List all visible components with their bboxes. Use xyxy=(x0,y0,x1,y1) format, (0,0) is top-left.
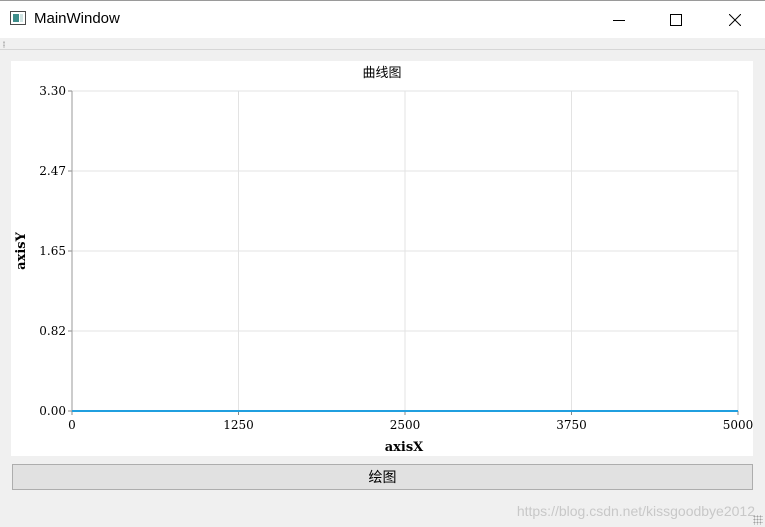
x-tick-label: 3750 xyxy=(556,418,587,432)
app-window-icon xyxy=(10,11,26,25)
x-tick-label: 0 xyxy=(68,418,76,432)
y-tick-label: 2.47 xyxy=(39,164,66,178)
title-bar: MainWindow xyxy=(0,0,765,38)
y-tick-label: 0.82 xyxy=(39,324,66,338)
maximize-icon xyxy=(670,13,682,26)
watermark-text: https://blog.csdn.net/kissgoodbye2012 xyxy=(516,503,755,519)
close-button[interactable] xyxy=(712,1,758,38)
chart-view: 0 1250 2500 3750 5000 0.00 0.82 1.65 2.47 3.30 曲线… xyxy=(11,61,753,456)
x-tick-label: 5000 xyxy=(723,418,753,432)
window-title: MainWindow xyxy=(34,10,120,27)
minimize-icon xyxy=(613,19,625,21)
toolbar-grip[interactable] xyxy=(3,41,5,48)
toolbar-area xyxy=(0,38,765,50)
x-axis-label: axisX xyxy=(385,440,424,455)
close-icon xyxy=(729,13,741,26)
maximize-button[interactable] xyxy=(653,1,699,38)
draw-button[interactable]: 绘图 xyxy=(12,464,753,490)
y-tick-label: 0.00 xyxy=(39,404,66,418)
resize-grip[interactable] xyxy=(753,515,763,525)
chart-title: 曲线图 xyxy=(362,66,401,81)
y-tick-label: 3.30 xyxy=(39,84,66,98)
line-chart: 0 1250 2500 3750 5000 0.00 0.82 1.65 2.47 3.30 曲线… xyxy=(14,66,753,455)
y-tick-label: 1.65 xyxy=(39,244,66,258)
y-axis-label: axisY xyxy=(14,231,29,269)
minimize-button[interactable] xyxy=(596,1,642,38)
x-tick-label: 1250 xyxy=(223,418,254,432)
x-tick-label: 2500 xyxy=(390,418,421,432)
